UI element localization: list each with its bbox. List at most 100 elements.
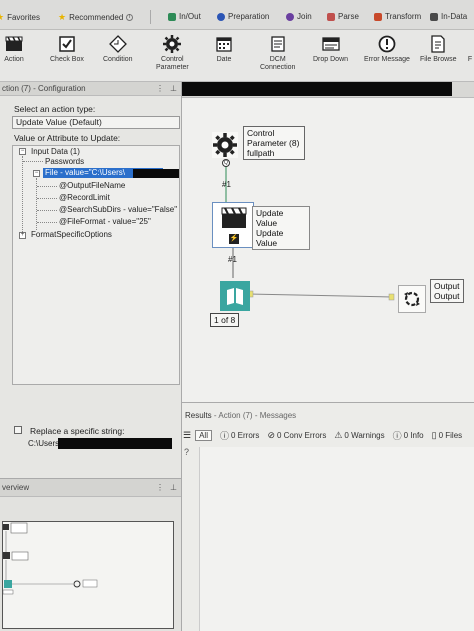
- collapse-icon[interactable]: −: [33, 170, 40, 177]
- results-title: Results - Action (7) - Messages: [185, 411, 297, 420]
- filter-conv-errors-button[interactable]: ⊘ 0 Conv Errors: [267, 430, 326, 441]
- clapperboard-icon: [221, 207, 247, 228]
- tree-node-input-data[interactable]: Input Data (1): [31, 147, 80, 157]
- tree-node-file-format[interactable]: @FileFormat - value="25": [59, 217, 151, 227]
- tool-palette: Action Check Box Condition Control Param…: [0, 30, 474, 82]
- parse-icon: [327, 12, 335, 21]
- results-message-list: [199, 447, 474, 631]
- filter-warnings-button[interactable]: ⚠ 0 Warnings: [334, 430, 384, 441]
- error-icon: [377, 34, 397, 54]
- tree-node-record-limit[interactable]: @RecordLimit: [59, 193, 110, 203]
- tool-error-message[interactable]: Error Message: [364, 34, 410, 64]
- attribute-tree: − Input Data (1) Passwords − File - valu…: [12, 145, 180, 385]
- configuration-panel: ction (7) - Configuration ⋮ ⊥ Select an …: [0, 82, 182, 478]
- attribute-label: Value or Attribute to Update:: [14, 133, 121, 143]
- category-recommended[interactable]: ★ Recommended i: [58, 12, 134, 23]
- filter-info-button[interactable]: ⓘ 0 Info: [393, 429, 424, 442]
- tool-category-bar: ★ Favorites ★ Recommended i In/Out Prepa…: [0, 0, 474, 30]
- refresh-gear-icon: [404, 291, 420, 307]
- question-anchor-icon[interactable]: Q: [222, 159, 230, 167]
- list-view-icon[interactable]: ☰: [183, 430, 191, 441]
- category-preparation[interactable]: Preparation: [217, 12, 269, 21]
- collapse-icon[interactable]: −: [19, 148, 26, 155]
- results-panel: Results - Action (7) - Messages ☰ All ⓘ …: [182, 402, 474, 631]
- category-favorites[interactable]: ★ Favorites: [0, 12, 40, 23]
- tree-node-output-file-name[interactable]: @OutputFileName: [59, 181, 125, 191]
- action-node-frame[interactable]: ⚡: [212, 202, 254, 248]
- checkbox-icon: [57, 34, 77, 54]
- record-count-badge: 1 of 8: [210, 313, 240, 327]
- tool-action[interactable]: Action: [4, 34, 24, 64]
- star-icon: ★: [58, 12, 67, 22]
- overview-thumbnail[interactable]: [2, 521, 174, 629]
- filter-errors-button[interactable]: ⓘ 0 Errors: [220, 429, 259, 442]
- tool-date[interactable]: Date: [214, 34, 234, 64]
- category-in-data[interactable]: In-Data: [430, 12, 467, 21]
- warning-icon: ⚠: [334, 429, 343, 440]
- filter-files-button[interactable]: ▯ 0 Files: [432, 430, 463, 441]
- more-options-icon[interactable]: ⋮: [156, 483, 164, 492]
- control-parameter-annotation: Control Parameter (8) fullpath: [243, 126, 305, 160]
- control-parameter-node[interactable]: [212, 132, 238, 158]
- pin-icon[interactable]: ⊥: [170, 84, 177, 93]
- overview-workflow-map: [2, 522, 98, 595]
- gear-icon: [162, 34, 182, 54]
- tree-node-passwords[interactable]: Passwords: [45, 157, 84, 167]
- file-icon: ▯: [431, 429, 437, 440]
- redaction: [58, 438, 172, 449]
- transform-icon: [374, 12, 382, 21]
- filter-all-button[interactable]: All: [195, 429, 212, 441]
- lightning-anchor-icon[interactable]: ⚡: [229, 234, 239, 244]
- redaction: [133, 169, 179, 178]
- action-type-select[interactable]: Update Value (Default): [12, 116, 180, 129]
- browse-node[interactable]: [220, 281, 250, 311]
- file-browse-icon: [428, 34, 448, 54]
- in-out-icon: [168, 12, 176, 21]
- category-join[interactable]: Join: [286, 12, 312, 21]
- update-value-annotation: Update Value Update Value: [252, 206, 310, 250]
- clapperboard-icon: [4, 34, 24, 54]
- category-parse[interactable]: Parse: [327, 12, 359, 21]
- category-in-out[interactable]: In/Out: [168, 12, 201, 21]
- condition-icon: [108, 34, 128, 54]
- tool-check-box[interactable]: Check Box: [50, 34, 84, 64]
- tool-folder-browse[interactable]: F: [466, 34, 474, 64]
- connection-label: #1: [228, 255, 237, 264]
- output-node[interactable]: [398, 285, 426, 313]
- replace-string-label: Replace a specific string:: [30, 426, 125, 436]
- calendar-icon: [214, 34, 234, 54]
- in-database-icon: [430, 12, 438, 21]
- connection-label: #1: [222, 180, 231, 189]
- replace-string-checkbox[interactable]: [14, 426, 22, 434]
- dropdown-icon: [321, 34, 341, 54]
- workflow-canvas[interactable]: Q Control Parameter (8) fullpath #1 ⚡ Up…: [182, 82, 474, 402]
- overview-panel: verview ⋮ ⊥: [0, 478, 182, 631]
- overview-header: verview ⋮ ⊥: [0, 479, 181, 497]
- binoculars-icon: [220, 281, 250, 311]
- tree-node-format-specific[interactable]: FormatSpecificOptions: [31, 230, 112, 240]
- expand-icon[interactable]: +: [19, 232, 26, 239]
- output-annotation: Output Output: [430, 279, 464, 303]
- tool-control-parameter[interactable]: Control Parameter: [156, 34, 189, 72]
- info-icon: i: [126, 14, 134, 21]
- join-icon: [286, 12, 294, 21]
- tool-file-browse[interactable]: File Browse: [420, 34, 457, 64]
- more-options-icon[interactable]: ⋮: [156, 84, 164, 93]
- gear-icon: [212, 132, 238, 158]
- tool-dcm-connection[interactable]: DCM Connection: [260, 34, 295, 72]
- action-type-label: Select an action type:: [14, 104, 96, 114]
- dcm-icon: [268, 34, 288, 54]
- tool-drop-down[interactable]: Drop Down: [313, 34, 348, 64]
- error-circle-icon: ⓘ: [219, 430, 229, 441]
- pin-icon[interactable]: ⊥: [170, 483, 177, 492]
- info-icon: ⓘ: [392, 430, 402, 441]
- replace-string-value[interactable]: C:\Users\: [28, 439, 61, 448]
- divider: [150, 10, 151, 24]
- tool-condition[interactable]: Condition: [103, 34, 133, 64]
- results-filter-bar: ☰ All ⓘ 0 Errors ⊘ 0 Conv Errors ⚠ 0 War…: [182, 428, 474, 442]
- tree-node-search-subdirs[interactable]: @SearchSubDirs - value="False": [59, 205, 177, 215]
- star-icon: ★: [0, 12, 5, 22]
- help-icon[interactable]: ?: [184, 447, 189, 457]
- conv-error-icon: ⊘: [267, 429, 275, 440]
- category-transform[interactable]: Transform: [374, 12, 421, 21]
